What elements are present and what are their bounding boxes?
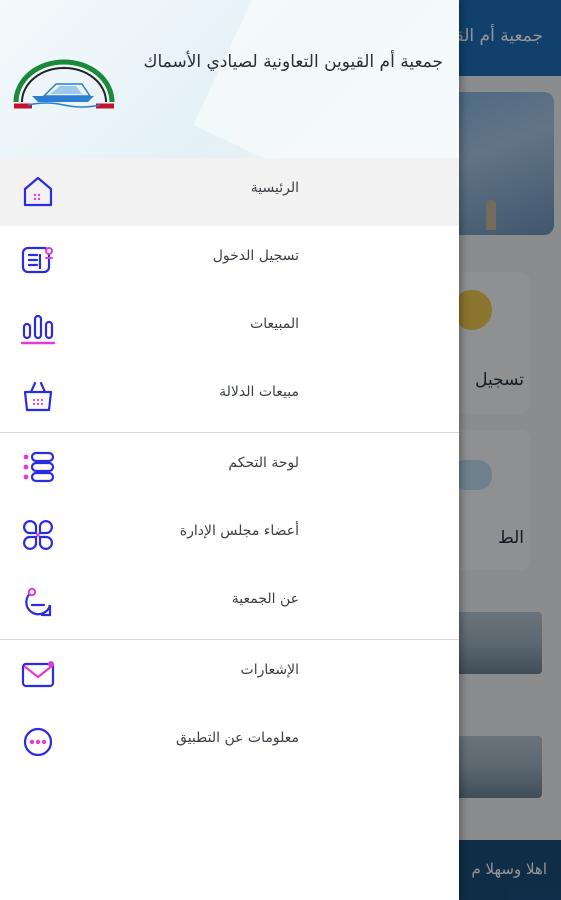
menu-item-board-members[interactable]: أعضاء مجلس الإدارة (0, 501, 459, 569)
sales-chart-icon (20, 314, 56, 345)
menu-item-home[interactable]: الرئيسية (0, 158, 459, 226)
menu-item-about[interactable]: عن الجمعية (0, 569, 459, 637)
menu-label-board-members: أعضاء مجلس الإدارة (179, 523, 299, 539)
menu-label-app-info: معلومات عن التطبيق (176, 730, 299, 746)
menu-label-sales: المبيعات (250, 316, 299, 332)
menu-label-auction-sales: مبيعات الدلالة (219, 384, 299, 400)
menu-label-home: الرئيسية (250, 180, 299, 196)
menu-item-auction-sales[interactable]: مبيعات الدلالة (0, 362, 459, 430)
menu-label-notifications: الإشعارات (240, 662, 299, 678)
app-info-dots-icon (23, 727, 53, 757)
dashboard-list-icon (23, 451, 55, 483)
about-chat-icon (25, 587, 52, 617)
menu-label-login: تسجيل الدخول (212, 248, 299, 264)
login-icon (21, 246, 53, 274)
association-name: جمعية أم القيوين التعاونية لصيادي الأسما… (143, 52, 443, 72)
menu-item-app-info[interactable]: معلومات عن التطبيق (0, 708, 459, 776)
association-logo-icon (13, 59, 115, 109)
menu-label-about: عن الجمعية (231, 591, 299, 607)
navigation-drawer: جمعية أم القيوين التعاونية لصيادي الأسما… (0, 0, 459, 900)
auction-bag-icon (23, 381, 53, 412)
notifications-mail-icon (21, 661, 55, 688)
drawer-header: جمعية أم القيوين التعاونية لصيادي الأسما… (0, 0, 459, 158)
home-icon (23, 176, 53, 207)
menu-label-dashboard: لوحة التحكم (228, 455, 299, 471)
menu-item-sales[interactable]: المبيعات (0, 294, 459, 362)
board-members-icon (23, 520, 53, 550)
menu-item-notifications[interactable]: الإشعارات (0, 640, 459, 708)
header-decoration (193, 0, 459, 158)
menu-item-login[interactable]: تسجيل الدخول (0, 226, 459, 294)
menu-item-dashboard[interactable]: لوحة التحكم (0, 433, 459, 501)
